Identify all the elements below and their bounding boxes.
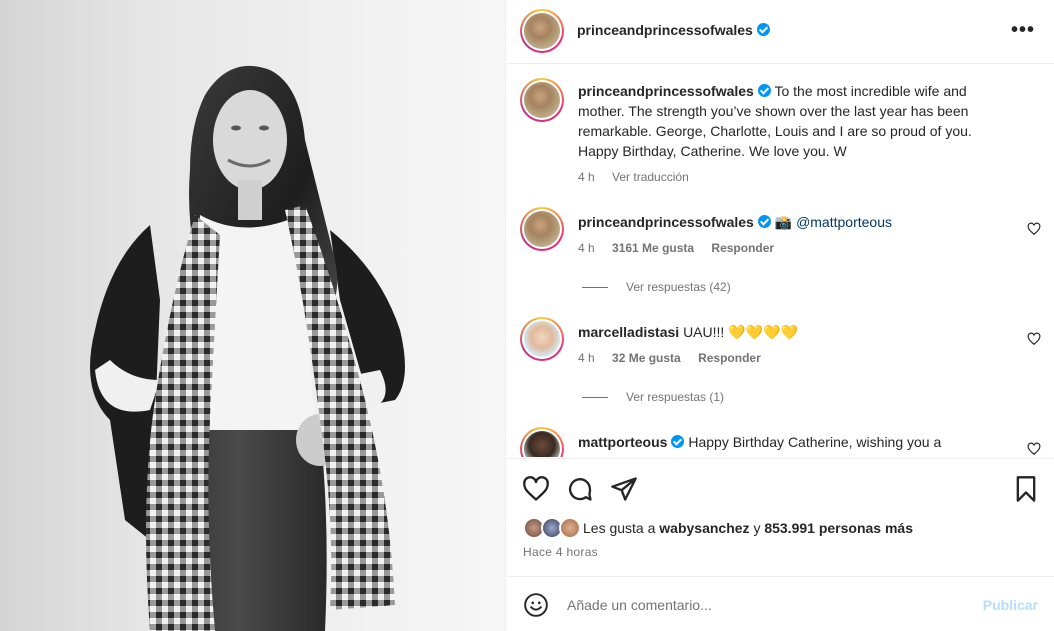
author-avatar[interactable] bbox=[520, 9, 564, 53]
translate-link[interactable]: Ver traducción bbox=[612, 170, 689, 184]
comment-likes[interactable]: 3161 Me gusta bbox=[612, 241, 694, 255]
emoji-icon[interactable] bbox=[523, 592, 549, 618]
reply-button[interactable]: Responder bbox=[711, 241, 774, 255]
comment-input[interactable]: Añade un comentario... bbox=[567, 597, 712, 613]
post-header: princeandprincessofwales ••• bbox=[506, 0, 1054, 64]
comment-avatar[interactable] bbox=[520, 317, 564, 361]
likes-user-link[interactable]: wabysanchez bbox=[659, 520, 749, 536]
post-timestamp[interactable]: Hace 4 horas bbox=[523, 545, 598, 559]
post-actions: Les gusta a wabysanchez y 853.991 person… bbox=[506, 458, 1054, 576]
caption-time: 4 h bbox=[578, 170, 595, 184]
comment-username[interactable]: marcelladistasi bbox=[578, 324, 679, 340]
liker-avatars bbox=[523, 517, 581, 539]
post-photo bbox=[0, 0, 505, 631]
portrait-image bbox=[90, 65, 405, 631]
comment-text: UAU!!! 💛💛💛💛 bbox=[683, 324, 798, 340]
camera-emoji: 📸 bbox=[774, 214, 793, 230]
bookmark-icon[interactable] bbox=[1012, 475, 1040, 503]
share-icon[interactable] bbox=[610, 475, 638, 503]
comment-2: marcelladistasi UAU!!! 💛💛💛💛 bbox=[578, 322, 798, 342]
comment-3: mattporteous Happy Birthday Catherine, w… bbox=[578, 432, 941, 452]
comment-like-heart-icon[interactable] bbox=[1027, 332, 1041, 346]
caption-avatar[interactable] bbox=[520, 78, 564, 122]
likes-summary: Les gusta a wabysanchez y 853.991 person… bbox=[523, 517, 913, 539]
author-username[interactable]: princeandprincessofwales bbox=[577, 22, 770, 38]
comment-like-heart-icon[interactable] bbox=[1027, 222, 1041, 236]
heart-icon[interactable] bbox=[522, 475, 550, 503]
publish-button[interactable]: Publicar bbox=[983, 597, 1038, 613]
reply-button[interactable]: Responder bbox=[698, 351, 761, 365]
verified-badge-icon bbox=[757, 215, 771, 228]
caption-username[interactable]: princeandprincessofwales bbox=[578, 83, 754, 99]
comment-meta: 4 h 32 Me gusta Responder bbox=[578, 351, 775, 365]
more-options-icon[interactable]: ••• bbox=[1011, 20, 1035, 40]
comment-time: 4 h bbox=[578, 241, 595, 255]
caption: princeandprincessofwales To the most inc… bbox=[578, 81, 1008, 161]
comment-meta: 4 h 3161 Me gusta Responder bbox=[578, 241, 788, 255]
view-replies-button[interactable]: Ver respuestas (1) bbox=[582, 390, 724, 404]
comments-scroll-area[interactable]: princeandprincessofwales To the most inc… bbox=[506, 64, 1054, 457]
verified-badge-icon bbox=[756, 23, 770, 36]
likes-count-link[interactable]: 853.991 personas más bbox=[764, 520, 913, 536]
verified-badge-icon bbox=[757, 84, 771, 97]
add-comment-bar: Añade un comentario... Publicar bbox=[506, 576, 1054, 631]
comment-avatar[interactable] bbox=[520, 207, 564, 251]
caption-meta: 4 h Ver traducción bbox=[578, 170, 703, 184]
comment-likes[interactable]: 32 Me gusta bbox=[612, 351, 681, 365]
post-details-panel: princeandprincessofwales ••• princeandpr… bbox=[505, 0, 1054, 631]
comment-like-heart-icon[interactable] bbox=[1027, 442, 1041, 456]
comment-username[interactable]: princeandprincessofwales bbox=[578, 214, 754, 230]
comment-icon[interactable] bbox=[566, 475, 594, 503]
view-replies-button[interactable]: Ver respuestas (42) bbox=[582, 280, 731, 294]
mention-link[interactable]: @mattporteous bbox=[796, 214, 892, 230]
verified-badge-icon bbox=[671, 435, 685, 448]
comment-text: Happy Birthday Catherine, wishing you a bbox=[688, 434, 942, 450]
comment-time: 4 h bbox=[578, 351, 595, 365]
likes-middle: y bbox=[753, 520, 761, 536]
comment-username[interactable]: mattporteous bbox=[578, 434, 667, 450]
likes-prefix: Les gusta a bbox=[583, 520, 656, 536]
comment-1: princeandprincessofwales 📸 @mattporteous bbox=[578, 212, 892, 232]
comment-avatar[interactable] bbox=[520, 427, 564, 457]
